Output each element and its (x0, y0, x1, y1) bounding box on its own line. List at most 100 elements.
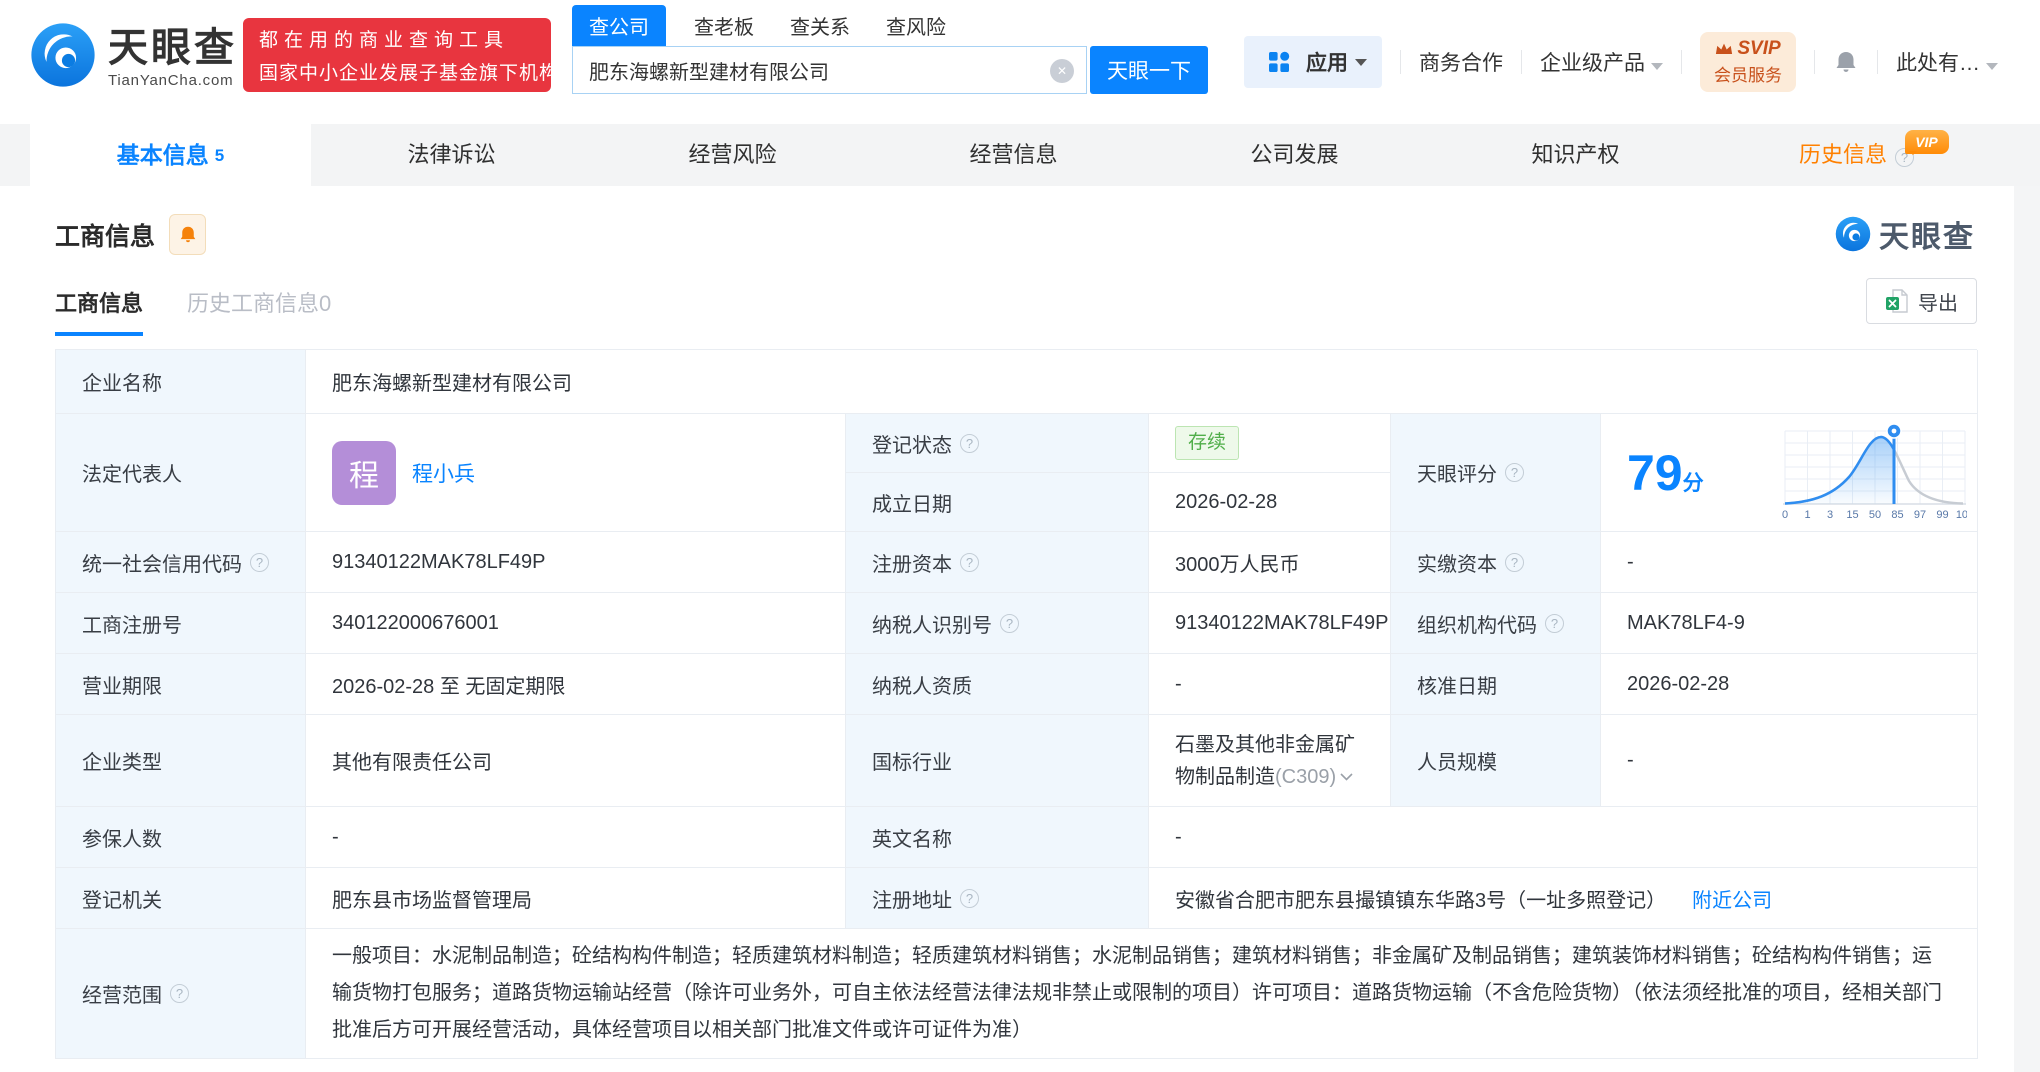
staff-size-value: - (1601, 715, 1978, 807)
logo-text: 天眼查 TianYanCha.com (108, 26, 237, 90)
notification-bell-icon[interactable] (1833, 49, 1859, 75)
tab-intellectual-property[interactable]: 知识产权 (1435, 124, 1716, 186)
business-scope-cell: 一般项目：水泥制品制造；砼结构构件制造；轻质建筑材料制造；轻质建筑材料销售；水泥… (306, 929, 1978, 1059)
business-term-value: 2026-02-28 至 无固定期限 (306, 654, 846, 715)
est-date-value: 2026-02-28 (1149, 473, 1391, 532)
reg-number-value: 340122000676001 (306, 593, 846, 654)
chevron-down-icon (1651, 63, 1663, 70)
nearby-companies-link[interactable]: 附近公司 (1692, 884, 1772, 913)
industry-cell: 石墨及其他非金属矿物制品制造(C309) (1149, 715, 1391, 807)
field-label: 人员规模 (1391, 715, 1601, 807)
tab-count: 5 (214, 146, 225, 165)
search-tab-boss[interactable]: 查老板 (694, 5, 754, 46)
search-tab-relation[interactable]: 查关系 (790, 5, 850, 46)
svg-text:50: 50 (1869, 509, 1881, 521)
field-label: 经营范围? (56, 929, 306, 1059)
taxpayer-qual-value: - (1149, 654, 1391, 715)
search-input[interactable] (573, 47, 1086, 93)
search-tab-risk[interactable]: 查风险 (886, 5, 946, 46)
apps-menu[interactable]: 应用 (1244, 36, 1382, 88)
field-label: 纳税人资质 (846, 654, 1149, 715)
help-icon[interactable]: ? (170, 984, 189, 1003)
subtab-history-registration[interactable]: 历史工商信息0 (187, 286, 331, 336)
field-label: 参保人数 (56, 807, 306, 868)
search-tabs: 查公司 查老板 查关系 查风险 (572, 5, 1208, 46)
help-icon[interactable]: ? (1505, 552, 1524, 572)
reg-authority-value: 肥东县市场监督管理局 (306, 868, 846, 929)
table-row-business-scope: 经营范围? 一般项目：水泥制品制造；砼结构构件制造；轻质建筑材料制造；轻质建筑材… (56, 929, 1978, 1059)
table-row-insured-count: 参保人数 - 英文名称 - (56, 807, 1978, 868)
table-row-legal-rep: 法定代表人 程 程小兵 登记状态? 存续 成立日期 2026-02-28 天眼评… (56, 414, 1978, 532)
field-label: 法定代表人 (56, 414, 306, 532)
help-icon[interactable]: ? (1545, 613, 1564, 633)
tianyancha-watermark: 天眼查 (1835, 212, 1975, 256)
help-icon[interactable]: ? (1505, 463, 1524, 482)
monitor-bell-button[interactable] (169, 214, 207, 255)
search-tab-company[interactable]: 查公司 (572, 5, 666, 46)
svg-text:1: 1 (1804, 509, 1810, 521)
legal-rep-cell: 程 程小兵 (306, 414, 846, 532)
chevron-down-icon[interactable] (1340, 760, 1353, 790)
divider (1814, 50, 1815, 74)
help-icon[interactable]: ? (960, 552, 979, 572)
brand-name: 天眼查 (108, 25, 237, 70)
svg-text:97: 97 (1914, 509, 1926, 521)
svg-text:85: 85 (1891, 509, 1903, 521)
legal-rep-avatar[interactable]: 程 (332, 440, 396, 505)
export-button[interactable]: 导出 (1866, 278, 1977, 324)
field-label: 英文名称 (846, 807, 1149, 868)
field-label: 成立日期 (846, 473, 1149, 532)
top-header: 天眼查 TianYanCha.com 都在用的商业查询工具 国家中小企业发展子基… (0, 0, 2040, 124)
subtab-business-registration[interactable]: 工商信息 (55, 286, 144, 336)
apps-grid-icon (1268, 51, 1290, 73)
tianyancha-logo-icon (30, 22, 96, 93)
english-name-value: - (1149, 807, 1978, 868)
tianyancha-logo[interactable]: 天眼查 TianYanCha.com (30, 22, 237, 93)
field-label: 企业类型 (56, 715, 306, 807)
score-value: 79 (1627, 444, 1683, 501)
svg-text:3: 3 (1827, 509, 1833, 521)
table-row-uscc: 统一社会信用代码? 91340122MAK78LF49P 注册资本? 3000万… (56, 532, 1978, 593)
tab-business-info[interactable]: 经营信息 (873, 124, 1154, 186)
table-row-reg-authority: 登记机关 肥东县市场监督管理局 注册地址? 安徽省合肥市肥东县撮镇镇东华路3号（… (56, 868, 1978, 929)
reg-address-value: 安徽省合肥市肥东县撮镇镇东华路3号（一址多照登记） (1175, 889, 1667, 912)
uscc-value: 91340122MAK78LF49P (306, 532, 846, 593)
reg-address-cell: 安徽省合肥市肥东县撮镇镇东华路3号（一址多照登记） 附近公司 (1149, 868, 1978, 929)
search-input-wrap: ✕ (572, 46, 1087, 94)
field-label: 企业名称 (56, 350, 306, 414)
field-label: 登记机关 (56, 868, 306, 929)
search-button[interactable]: 天眼一下 (1090, 46, 1208, 94)
status-badge: 存续 (1175, 426, 1240, 460)
main-content: 工商信息 天眼查 工商信息 历史工商信息0 导出 企业名称 肥东海螺新型建材有限… (0, 186, 2040, 1072)
enterprise-products-link[interactable]: 企业级产品 (1540, 47, 1663, 77)
chevron-down-icon (1986, 63, 1998, 70)
help-icon[interactable]: ? (960, 888, 979, 908)
tab-legal-proceedings[interactable]: 法律诉讼 (311, 124, 592, 186)
org-code-value: MAK78LF4-9 (1601, 593, 1978, 654)
tab-basic-info[interactable]: 基本信息 5 (30, 124, 311, 186)
reg-capital-value: 3000万人民币 (1149, 532, 1391, 593)
field-label: 国标行业 (846, 715, 1149, 807)
clear-search-icon[interactable]: ✕ (1050, 59, 1074, 83)
tab-history-info[interactable]: 历史信息? VIP (1716, 124, 1997, 186)
table-row-business-term: 营业期限 2026-02-28 至 无固定期限 纳税人资质 - 核准日期 202… (56, 654, 1978, 715)
tab-company-development[interactable]: 公司发展 (1154, 124, 1435, 186)
field-label: 核准日期 (1391, 654, 1601, 715)
tab-operational-risk[interactable]: 经营风险 (592, 124, 873, 186)
field-label: 注册地址? (846, 868, 1149, 929)
scrollbar[interactable] (2014, 186, 2040, 1072)
help-icon[interactable]: ? (960, 433, 979, 453)
help-icon[interactable]: ? (250, 552, 269, 572)
promo-line2: 国家中小企业发展子基金旗下机构 (259, 63, 560, 84)
svip-member-button[interactable]: SVIP 会员服务 (1700, 32, 1796, 92)
brand-domain: TianYanCha.com (108, 71, 234, 89)
account-menu[interactable]: 此处有… (1896, 47, 1998, 77)
company-nav-bar: 基本信息 5 法律诉讼 经营风险 经营信息 公司发展 知识产权 历史信息? VIP (0, 124, 2040, 186)
legal-rep-link[interactable]: 程小兵 (412, 458, 475, 488)
divider (1877, 50, 1878, 74)
company-name-value: 肥东海螺新型建材有限公司 (306, 350, 1978, 414)
field-label: 纳税人识别号? (846, 593, 1149, 654)
help-icon[interactable]: ? (1000, 613, 1019, 633)
field-label: 营业期限 (56, 654, 306, 715)
business-cooperation-link[interactable]: 商务合作 (1419, 47, 1503, 77)
